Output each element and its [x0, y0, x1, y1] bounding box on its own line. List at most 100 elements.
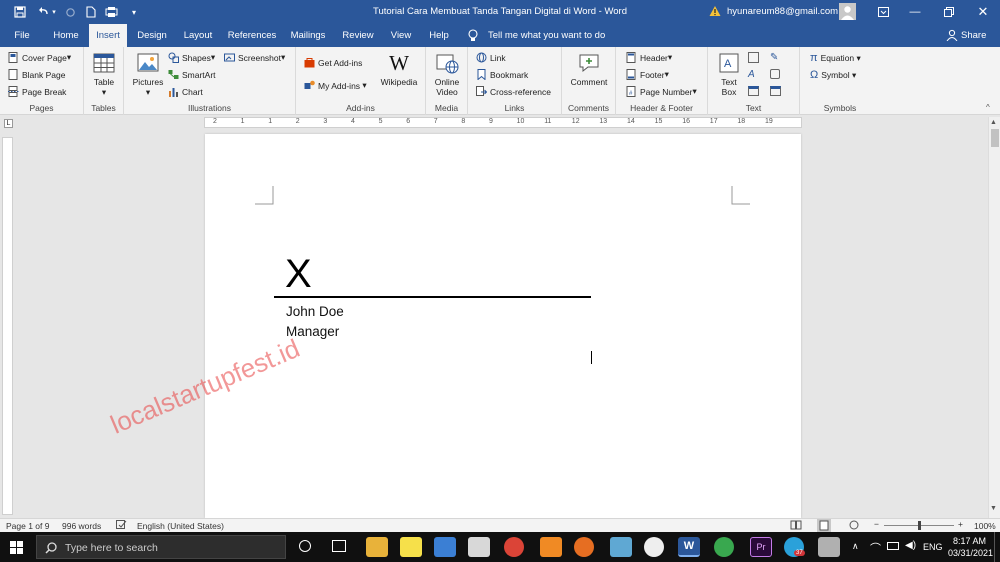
read-mode-icon[interactable]: [790, 520, 802, 530]
zoom-in-button[interactable]: +: [958, 519, 963, 529]
shapes-button[interactable]: Shapes ▾: [168, 52, 215, 63]
scroll-up-icon[interactable]: ▲: [990, 119, 997, 126]
input-language[interactable]: ENG: [923, 542, 943, 552]
equation-button[interactable]: π Equation ▾: [810, 52, 861, 64]
share-button[interactable]: Share: [961, 30, 986, 41]
word-count[interactable]: 996 words: [62, 521, 101, 531]
clock-app-icon[interactable]: [644, 537, 664, 557]
redo-icon[interactable]: [62, 4, 78, 20]
cortana-icon[interactable]: [299, 540, 311, 552]
tab-layout[interactable]: Layout: [179, 24, 217, 47]
header-button[interactable]: Header ▾: [626, 52, 672, 63]
vertical-ruler[interactable]: [2, 137, 13, 515]
network-icon[interactable]: ⌒: [870, 540, 881, 556]
notepad-icon[interactable]: [610, 537, 632, 557]
new-document-icon[interactable]: [83, 4, 99, 20]
undo-dropdown-icon[interactable]: ▾: [50, 4, 58, 20]
language-status[interactable]: English (United States): [137, 521, 224, 531]
my-addins-button[interactable]: My Add-ins ▾: [304, 80, 367, 91]
symbol-button[interactable]: Ω Symbol ▾: [810, 69, 856, 81]
tab-file[interactable]: File: [6, 24, 38, 47]
page-count[interactable]: Page 1 of 9: [6, 521, 49, 531]
clock-date[interactable]: 03/31/2021: [948, 548, 993, 558]
zoom-slider-thumb[interactable]: [918, 521, 921, 530]
word-app-icon[interactable]: W: [678, 537, 700, 557]
horizontal-ruler[interactable]: 2 1 1 2 3 4 5 6 7 8 9 10 11 12 13 14 15 16 17 18 19: [204, 117, 802, 128]
mail-app-icon[interactable]: [434, 537, 456, 557]
share-icon[interactable]: [946, 29, 958, 41]
footer-button[interactable]: Footer ▾: [626, 69, 669, 80]
sticky-notes-icon[interactable]: [400, 537, 422, 557]
store-app-icon[interactable]: [468, 537, 490, 557]
windows-start-icon[interactable]: [10, 541, 23, 554]
account-email[interactable]: hyunareum88@gmail.com: [727, 6, 838, 17]
tab-mailings[interactable]: Mailings: [286, 24, 330, 47]
show-desktop-button[interactable]: [994, 532, 1000, 562]
cover-page-button[interactable]: Cover Page ▾: [8, 52, 71, 63]
battery-icon[interactable]: [887, 542, 899, 550]
tab-insert[interactable]: Insert: [89, 24, 127, 47]
link-button[interactable]: Link: [476, 52, 506, 63]
misc-app-icon[interactable]: [818, 537, 840, 557]
tab-selector[interactable]: L: [4, 119, 13, 128]
tab-review[interactable]: Review: [338, 24, 378, 47]
online-video-button[interactable]: Online Video: [429, 51, 465, 97]
warning-icon[interactable]: [709, 5, 721, 17]
quick-parts-icon[interactable]: [748, 52, 759, 63]
file-explorer-icon[interactable]: [366, 537, 388, 557]
get-addins-button[interactable]: Get Add-ins: [304, 57, 362, 68]
scroll-thumb[interactable]: [991, 129, 999, 147]
customize-quick-access-icon[interactable]: ▾: [126, 4, 142, 20]
tell-me-search[interactable]: Tell me what you want to do: [488, 30, 605, 41]
tab-references[interactable]: References: [226, 24, 278, 47]
volume-icon[interactable]: ◀): [905, 540, 916, 551]
vertical-scrollbar[interactable]: ▲ ▼: [988, 117, 1000, 518]
signature-line-icon[interactable]: ✎: [770, 52, 778, 63]
web-layout-icon[interactable]: [848, 520, 860, 530]
bookmark-button[interactable]: Bookmark: [476, 69, 528, 80]
page-number-button[interactable]: # Page Number ▾: [626, 86, 697, 97]
chrome-icon[interactable]: [504, 537, 524, 557]
print-layout-icon[interactable]: [817, 519, 831, 532]
taskbar-search-box[interactable]: Type here to search: [36, 535, 286, 559]
text-box-button[interactable]: A Text Box: [714, 51, 744, 97]
avatar[interactable]: [839, 3, 856, 20]
document-page[interactable]: X John Doe Manager: [205, 134, 801, 518]
tab-design[interactable]: Design: [133, 24, 171, 47]
edge-legacy-icon[interactable]: [714, 537, 734, 557]
collapse-ribbon-icon[interactable]: ^: [986, 103, 990, 112]
ribbon-display-options-icon[interactable]: [866, 0, 900, 24]
premiere-pro-icon[interactable]: Pr: [750, 537, 772, 557]
tab-view[interactable]: View: [386, 24, 416, 47]
chart-button[interactable]: Chart: [168, 86, 203, 97]
blank-page-button[interactable]: Blank Page: [8, 69, 65, 80]
close-button[interactable]: ✕: [966, 0, 1000, 24]
vlc-icon[interactable]: [540, 537, 562, 557]
zoom-out-button[interactable]: −: [874, 519, 879, 529]
tab-help[interactable]: Help: [424, 24, 454, 47]
zoom-level[interactable]: 100%: [974, 521, 996, 531]
smartart-button[interactable]: SmartArt: [168, 69, 216, 80]
print-preview-icon[interactable]: [103, 4, 119, 20]
firefox-icon[interactable]: [574, 537, 594, 557]
minimize-button[interactable]: —: [898, 0, 932, 24]
table-button[interactable]: Table ▾: [90, 51, 118, 98]
task-view-icon[interactable]: [332, 540, 346, 552]
show-hidden-icons[interactable]: ∧: [852, 541, 859, 552]
proofing-icon[interactable]: [116, 520, 127, 530]
restore-button[interactable]: [932, 0, 966, 24]
tab-home[interactable]: Home: [46, 24, 86, 47]
pictures-button[interactable]: Pictures ▾: [130, 51, 166, 98]
scroll-down-icon[interactable]: ▼: [990, 505, 997, 512]
object-icon[interactable]: [770, 86, 781, 96]
screenshot-button[interactable]: Screenshot ▾: [224, 52, 285, 63]
date-time-icon[interactable]: [770, 69, 780, 79]
comment-button[interactable]: Comment: [567, 51, 611, 87]
drop-cap-icon[interactable]: [748, 86, 759, 96]
wordart-icon[interactable]: A: [748, 69, 755, 80]
cross-reference-button[interactable]: Cross-reference: [476, 86, 551, 97]
save-icon[interactable]: [12, 4, 28, 20]
clock-time[interactable]: 8:17 AM: [953, 536, 986, 546]
page-break-button[interactable]: Page Break: [8, 86, 66, 97]
wikipedia-button[interactable]: W Wikipedia: [376, 51, 422, 87]
